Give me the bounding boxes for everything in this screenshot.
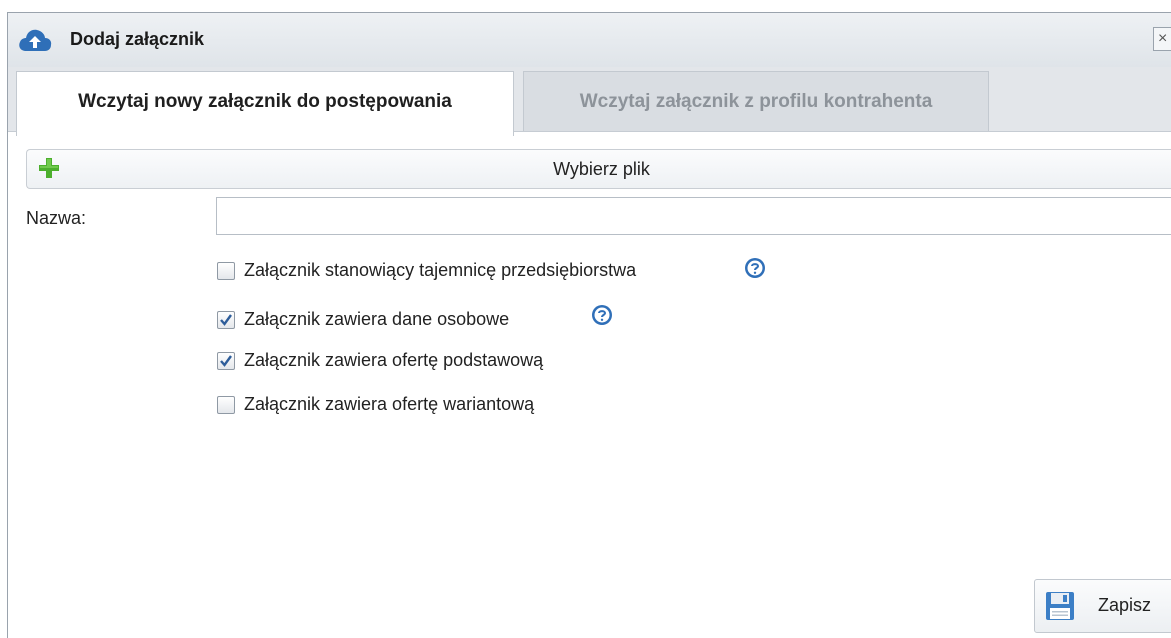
add-attachment-dialog: Dodaj załącznik × Wczytaj nowy załącznik… [7,12,1171,638]
floppy-disk-icon [1046,592,1074,620]
tab-upload-new[interactable]: Wczytaj nowy załącznik do postępowania [16,71,514,136]
trade-secret-checkbox[interactable] [217,262,235,280]
base-offer-label: Załącznik zawiera ofertę podstawową [244,350,544,370]
name-input[interactable] [216,197,1171,235]
name-label: Nazwa: [26,208,87,228]
dialog-titlebar: Dodaj załącznik × [8,13,1171,68]
close-icon: × [1158,30,1168,47]
close-button[interactable]: × [1153,27,1171,51]
help-icon[interactable] [744,257,766,279]
tab-strip: Wczytaj nowy załącznik do postępowania W… [8,67,1171,136]
tab-from-contractor-profile[interactable]: Wczytaj załącznik z profilu kontrahenta [523,71,989,131]
variant-offer-label: Załącznik zawiera ofertę wariantową [244,394,535,414]
personal-data-label: Załącznik zawiera dane osobowe [244,309,510,329]
save-button[interactable]: Zapisz [1034,579,1171,633]
checkmark-icon [220,355,232,367]
base-offer-checkbox[interactable] [217,352,235,370]
choose-file-button[interactable]: Wybierz plik [26,149,1171,189]
help-icon[interactable] [591,304,613,326]
variant-offer-checkbox[interactable] [217,396,235,414]
personal-data-checkbox[interactable] [217,311,235,329]
choose-file-label: Wybierz plik [553,159,650,179]
dialog-title: Dodaj załącznik [70,29,205,49]
cloud-upload-icon [19,29,52,51]
checkmark-icon [220,314,232,326]
trade-secret-label: Załącznik stanowiący tajemnicę przedsięb… [244,260,637,280]
save-button-label: Zapisz [1098,595,1152,615]
